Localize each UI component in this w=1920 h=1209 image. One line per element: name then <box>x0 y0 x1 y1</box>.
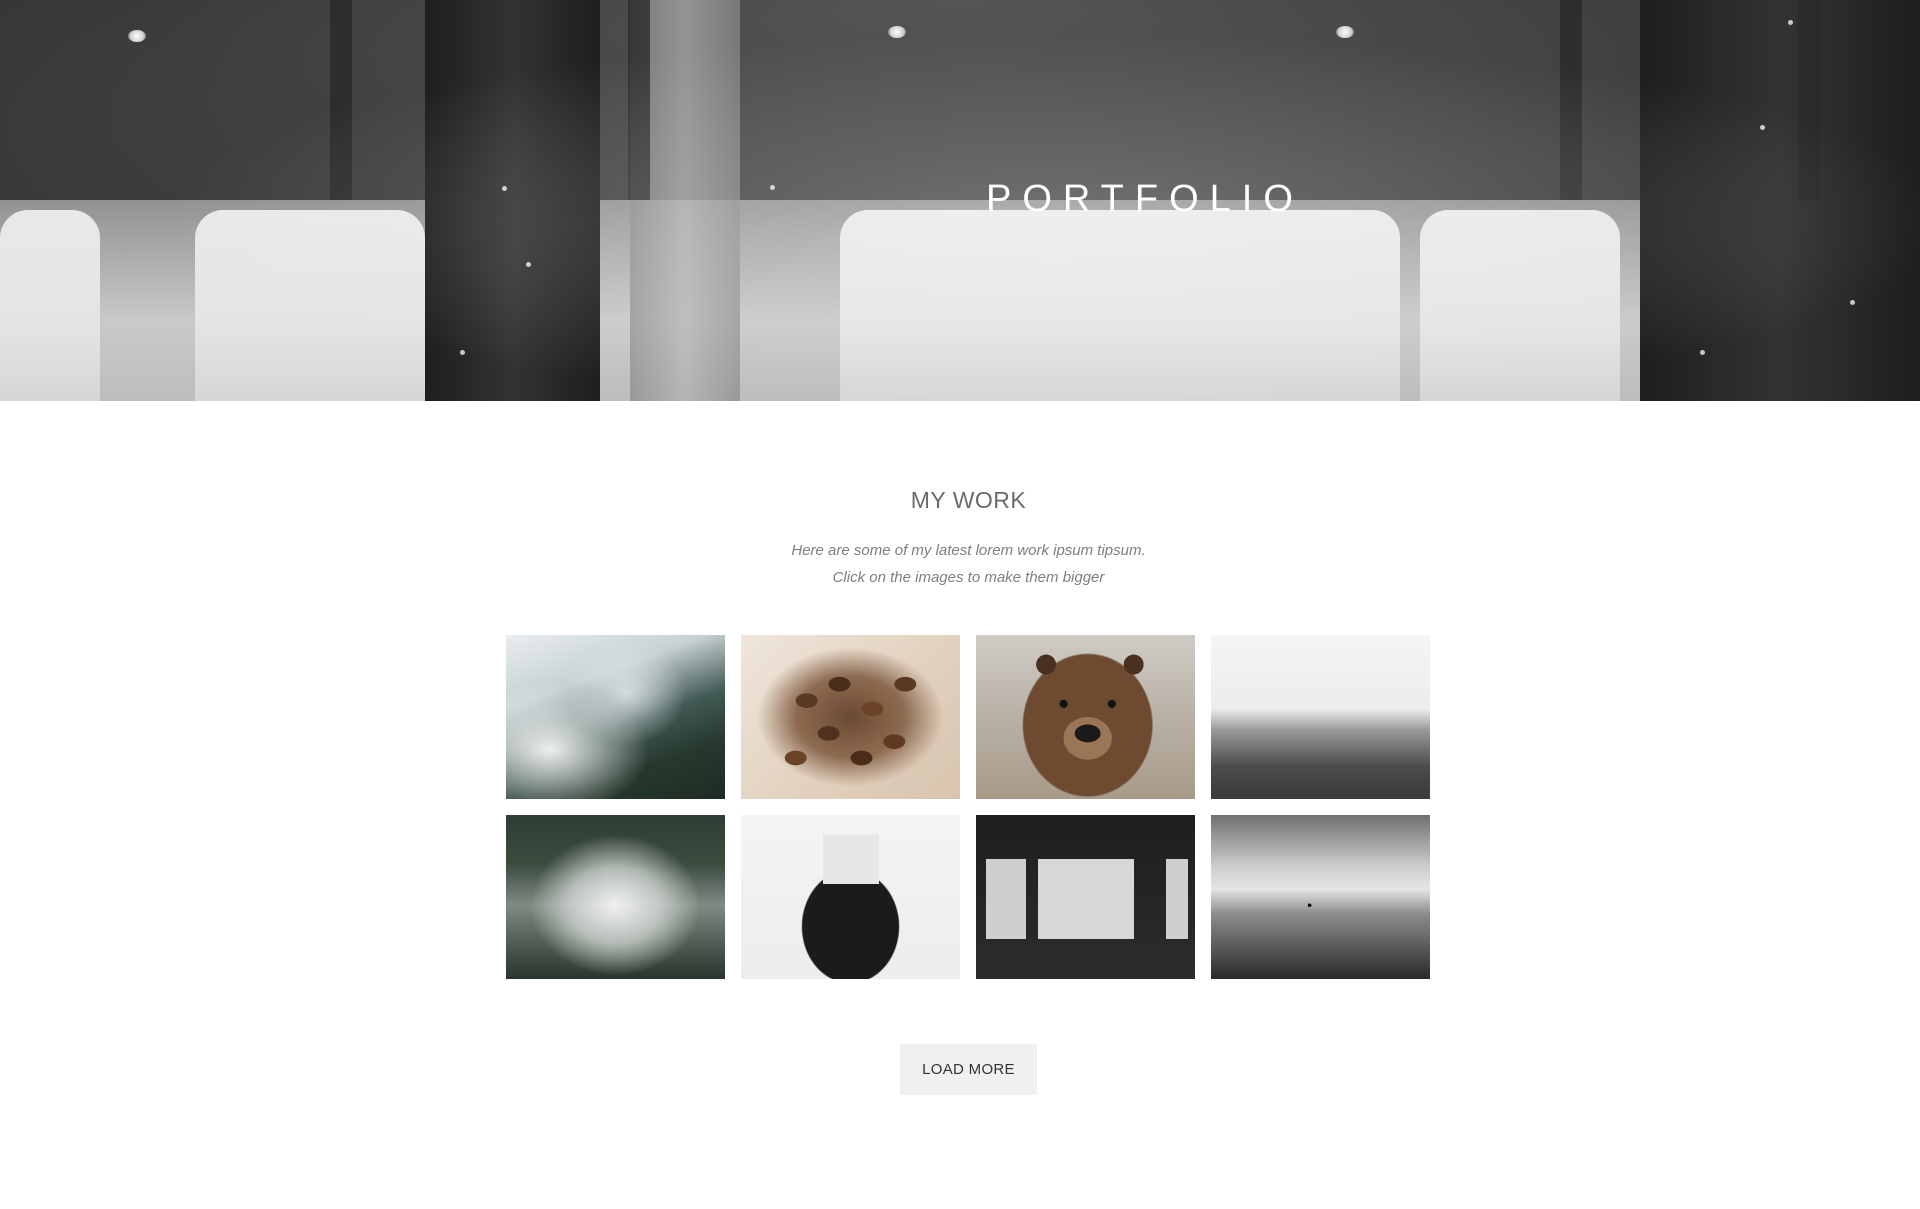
hero-haze <box>0 0 1920 401</box>
gallery-thumbnail-bear[interactable] <box>976 635 1195 799</box>
gallery-thumbnail-train[interactable] <box>976 815 1195 979</box>
section-subtitle-line-2: Click on the images to make them bigger <box>832 569 1105 586</box>
gallery-thumbnail-forest[interactable] <box>506 815 725 979</box>
gallery-thumbnail-typewriter[interactable] <box>741 815 960 979</box>
section-heading: MY WORK <box>910 487 1027 513</box>
hero-banner: PORTFOLIO <box>0 0 1920 401</box>
gallery-thumbnail-foggy-sea[interactable] <box>1211 635 1430 799</box>
hero-title: PORTFOLIO <box>986 178 1304 220</box>
gallery-thumbnail-mountain[interactable] <box>506 635 725 799</box>
gallery-thumbnail-sea-boat[interactable] <box>1211 815 1430 979</box>
load-more-button[interactable]: LOAD MORE <box>900 1044 1037 1095</box>
gallery-thumbnail-coffee[interactable] <box>741 635 960 799</box>
portfolio-gallery <box>506 635 1431 979</box>
section-subtitle-line-1: Here are some of my latest lorem work ip… <box>791 542 1146 559</box>
